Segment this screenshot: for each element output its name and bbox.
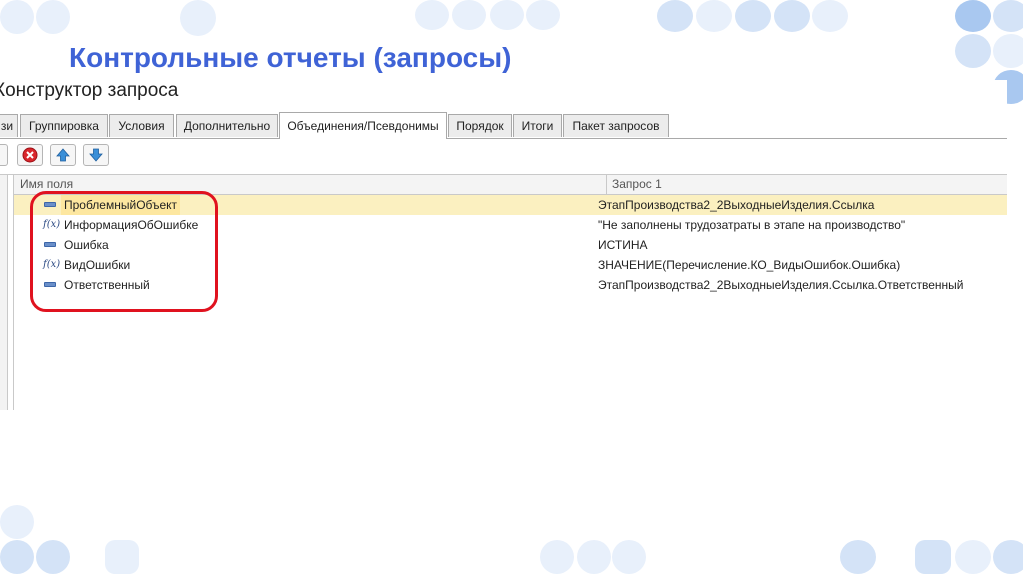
column-divider[interactable] xyxy=(606,175,607,194)
fields-grid: Имя поля Запрос 1 ПроблемныйОбъект ЭтапП… xyxy=(0,174,1007,410)
tab-conditions[interactable]: Условия xyxy=(109,114,174,137)
decor-circle xyxy=(612,540,646,574)
field-icon xyxy=(44,282,56,287)
column-header-field-name[interactable]: Имя поля xyxy=(20,175,73,194)
decor-square xyxy=(915,540,951,574)
field-name: ПроблемныйОбъект xyxy=(61,195,181,215)
decor-circle xyxy=(955,540,991,574)
move-up-button[interactable] xyxy=(50,144,76,166)
field-icon xyxy=(44,242,56,247)
table-row[interactable]: ПроблемныйОбъект ЭтапПроизводства2_2Выхо… xyxy=(14,195,1007,215)
tab-order[interactable]: Порядок xyxy=(448,114,512,137)
field-name: ВидОшибки xyxy=(64,258,131,272)
tab-bar: зи Группировка Условия Дополнительно Объ… xyxy=(0,112,1007,139)
field-name: Ошибка xyxy=(64,238,109,252)
decor-circle xyxy=(36,0,70,34)
decor-circle xyxy=(0,540,34,574)
field-name: Ответственный xyxy=(64,278,150,292)
decor-circle xyxy=(955,34,991,68)
window-title: Конструктор запроса xyxy=(0,80,179,101)
tab-unions-aliases[interactable]: Объединения/Псевдонимы xyxy=(279,112,447,139)
decor-circle xyxy=(415,0,449,30)
tab-grouping[interactable]: Группировка xyxy=(20,114,108,137)
tab-advanced[interactable]: Дополнительно xyxy=(176,114,278,137)
decor-circle xyxy=(180,0,216,36)
delete-button[interactable] xyxy=(17,144,43,166)
field-icon xyxy=(44,202,56,207)
decor-circle xyxy=(812,0,848,32)
tab-query-batch[interactable]: Пакет запросов xyxy=(563,114,669,137)
field-name: ИнформацияОбОшибке xyxy=(64,218,199,232)
delete-icon xyxy=(22,147,38,163)
decor-circle xyxy=(993,0,1023,32)
field-expression: ЗНАЧЕНИЕ(Перечисление.КО_ВидыОшибок.Ошиб… xyxy=(598,258,901,272)
decor-circle xyxy=(657,0,693,32)
table-row[interactable]: f(x) ВидОшибки ЗНАЧЕНИЕ(Перечисление.КО_… xyxy=(14,255,1007,275)
decor-circle xyxy=(696,0,732,32)
decor-circle xyxy=(735,0,771,32)
arrow-up-icon xyxy=(56,148,70,162)
decor-circle xyxy=(490,0,524,30)
decor-circle xyxy=(774,0,810,32)
decor-circle xyxy=(955,0,991,32)
decor-circle xyxy=(577,540,611,574)
tab-tables[interactable]: зи xyxy=(0,114,18,137)
field-expression: "Не заполнены трудозатраты в этапе на пр… xyxy=(598,218,906,232)
grid-header: Имя поля Запрос 1 xyxy=(14,175,1007,195)
toolbar-button-partial[interactable] xyxy=(0,144,8,166)
field-expression: ЭтапПроизводства2_2ВыходныеИзделия.Ссылк… xyxy=(598,198,875,212)
table-row[interactable]: Ошибка ИСТИНА xyxy=(14,235,1007,255)
field-expression: ЭтапПроизводства2_2ВыходныеИзделия.Ссылк… xyxy=(598,278,964,292)
decor-circle xyxy=(0,505,34,539)
decor-circle xyxy=(993,34,1023,68)
decor-circle xyxy=(452,0,486,30)
function-icon: f(x) xyxy=(43,259,61,270)
decor-circle xyxy=(993,540,1023,574)
decor-circle xyxy=(36,540,70,574)
decor-circle xyxy=(840,540,876,574)
slide-title: Контрольные отчеты (запросы) xyxy=(69,42,512,73)
left-panel-edge xyxy=(0,175,8,410)
decor-circle xyxy=(540,540,574,574)
table-row[interactable]: Ответственный ЭтапПроизводства2_2Выходны… xyxy=(14,275,1007,295)
tab-totals[interactable]: Итоги xyxy=(513,114,562,137)
decor-circle xyxy=(526,0,560,30)
arrow-down-icon xyxy=(89,148,103,162)
decor-square xyxy=(105,540,139,574)
decor-circle xyxy=(0,0,34,34)
toolbar xyxy=(0,142,1007,168)
move-down-button[interactable] xyxy=(83,144,109,166)
table-row[interactable]: f(x) ИнформацияОбОшибке "Не заполнены тр… xyxy=(14,215,1007,235)
function-icon: f(x) xyxy=(43,219,61,230)
field-expression: ИСТИНА xyxy=(598,238,648,252)
query-designer-window: Конструктор запроса зи Группировка Услов… xyxy=(0,80,1007,410)
column-header-query-1[interactable]: Запрос 1 xyxy=(612,175,662,194)
